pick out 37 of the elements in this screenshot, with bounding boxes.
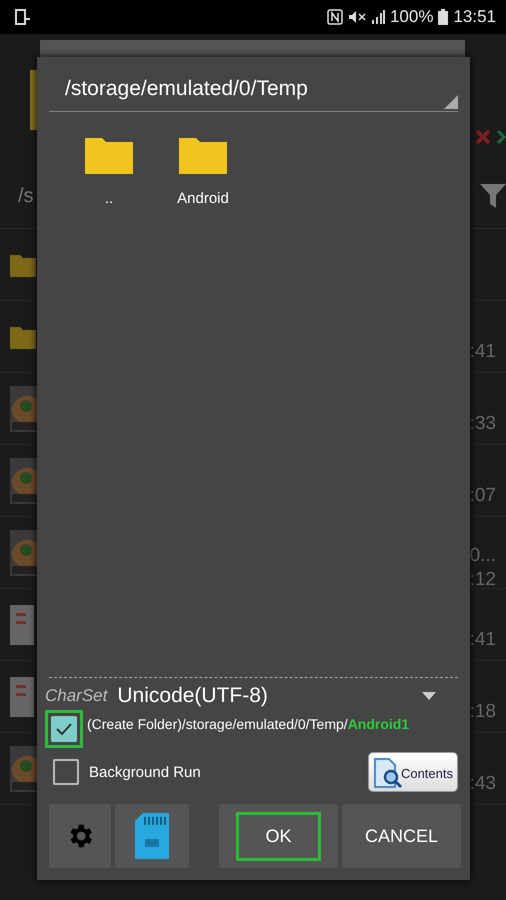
- contents-button[interactable]: Contents: [368, 752, 458, 792]
- charset-dropdown[interactable]: Unicode(UTF-8): [107, 684, 462, 708]
- document-icon: [10, 676, 34, 716]
- file-time: :33: [470, 412, 496, 436]
- corner-triangle-icon: [444, 95, 458, 109]
- nfc-icon: [326, 9, 343, 25]
- check-icon: [56, 723, 72, 735]
- sd-card-icon: [135, 813, 169, 859]
- clock: 13:51: [453, 7, 496, 27]
- sd-card-button[interactable]: [115, 804, 189, 868]
- folder-name[interactable]: ..: [104, 190, 114, 207]
- cancel-button[interactable]: CANCEL: [342, 804, 461, 868]
- caret-icon: [422, 692, 436, 700]
- create-folder-label: (Create Folder)/storage/emulated/0/Temp/Android1: [87, 715, 410, 734]
- screen-mirror-icon: [14, 9, 32, 25]
- document-icon: [10, 604, 34, 644]
- folder-name[interactable]: Android: [177, 190, 229, 207]
- settings-button[interactable]: [49, 804, 111, 868]
- file-time: :07: [470, 484, 496, 508]
- file-time: :41: [470, 628, 496, 652]
- signal-icon: [370, 10, 385, 24]
- battery-percent: 100%: [390, 7, 434, 27]
- background-run-label: Background Run: [89, 764, 202, 780]
- file-time: :43: [470, 772, 496, 796]
- file-time: :41: [470, 340, 496, 364]
- file-info: 0...: [470, 544, 496, 568]
- path-text: /s: [18, 184, 34, 208]
- ok-button[interactable]: OK: [219, 804, 338, 868]
- file-time: :18: [470, 700, 496, 724]
- mute-icon: [348, 10, 366, 24]
- path-dropdown[interactable]: /storage/emulated/0/Temp: [49, 69, 458, 112]
- file-time: :12: [470, 568, 496, 592]
- filter-icon[interactable]: [480, 184, 506, 208]
- chevron-right-icon[interactable]: [496, 129, 506, 145]
- battery-icon: [438, 9, 448, 25]
- charset-label: CharSet: [45, 686, 108, 706]
- checkbox[interactable]: [45, 710, 83, 748]
